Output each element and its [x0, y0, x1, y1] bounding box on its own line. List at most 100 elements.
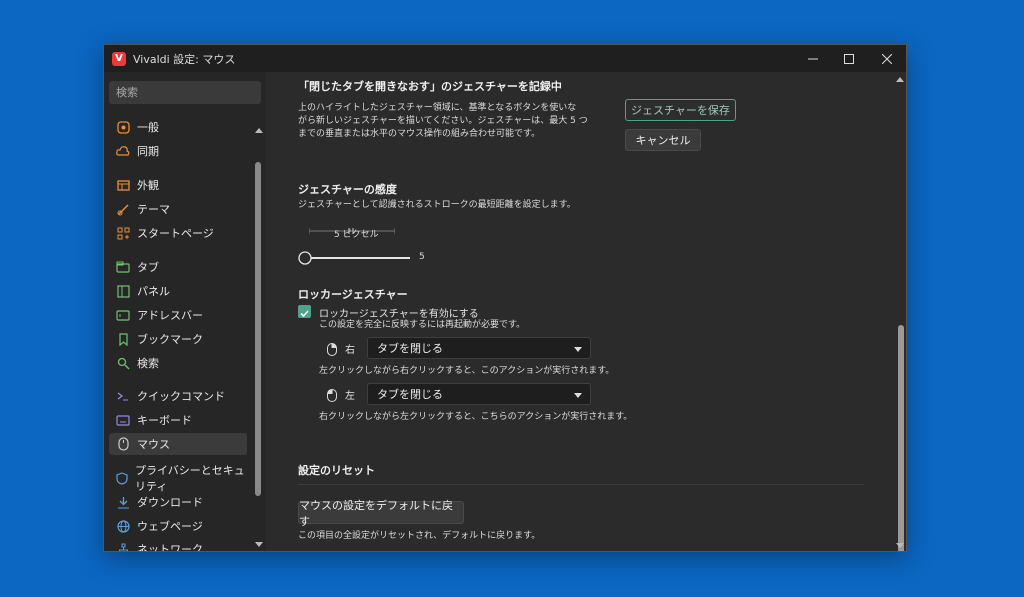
network-icon	[116, 542, 130, 551]
settings-sidebar: 検索 一般 同期 外観 テーマ スタートページ タブ パネル アドレスバー ブッ…	[104, 72, 266, 551]
sensitivity-value: 5	[419, 252, 425, 262]
chevron-down-icon	[574, 393, 582, 398]
sidebar-scroll-down[interactable]	[255, 542, 263, 547]
right-action-value: タブを閉じる	[377, 342, 443, 355]
reset-mouse-settings-button[interactable]: マウスの設定をデフォルトに戻す	[298, 499, 464, 528]
chevron-down-icon	[574, 347, 582, 352]
command-icon	[116, 389, 130, 403]
sidebar-item-network[interactable]: ネットワーク	[109, 538, 247, 551]
settings-content: 「閉じたタブを開きなおす」のジェスチャーを記録中 上のハイライトしたジェスチャー…	[266, 72, 906, 551]
sidebar-item-search[interactable]: 検索	[109, 352, 247, 374]
right-action-desc: 左クリックしながら右クリックすると、このアクションが実行されます。	[319, 366, 615, 376]
sensitivity-slider[interactable]	[298, 250, 414, 265]
download-icon	[116, 495, 130, 509]
title-bar: V Vivaldi 設定: マウス	[104, 45, 906, 72]
brush-icon	[116, 202, 130, 216]
sidebar-item-privacy[interactable]: プライバシーとセキュリティ	[109, 464, 247, 493]
appearance-icon	[116, 178, 130, 192]
sidebar-item-quickcommands[interactable]: クイックコマンド	[109, 385, 247, 407]
right-label: 右	[345, 345, 355, 356]
sidebar-item-bookmarks[interactable]: ブックマーク	[109, 328, 247, 350]
sidebar-item-panels[interactable]: パネル	[109, 280, 247, 302]
close-icon	[882, 53, 892, 64]
rocker-heading: ロッカージェスチャー	[298, 288, 408, 301]
sidebar-item-label: ブックマーク	[137, 333, 203, 346]
sidebar-scroll-up[interactable]	[255, 128, 263, 133]
sidebar-item-general[interactable]: 一般	[109, 116, 247, 138]
reset-heading: 設定のリセット	[298, 464, 375, 477]
left-action-desc: 右クリックしながら左クリックすると、こちらのアクションが実行されます。	[319, 412, 633, 422]
window-title: Vivaldi 設定: マウス	[133, 52, 236, 66]
panel-icon	[116, 284, 130, 298]
sidebar-item-label: テーマ	[137, 203, 170, 216]
sidebar-item-theme[interactable]: テーマ	[109, 198, 247, 220]
sidebar-scrollbar[interactable]	[255, 162, 261, 496]
sidebar-item-label: マウス	[137, 438, 170, 451]
save-gesture-button[interactable]: ジェスチャーを保存	[625, 99, 736, 121]
left-action-value: タブを閉じる	[377, 388, 443, 401]
close-button[interactable]	[868, 45, 906, 72]
sidebar-item-sync[interactable]: 同期	[109, 140, 247, 162]
divider	[298, 484, 864, 485]
general-icon	[116, 120, 130, 134]
sidebar-item-label: アドレスバー	[137, 309, 203, 322]
minimize-icon	[808, 58, 818, 59]
gesture-record-heading: 「閉じたタブを開きなおす」のジェスチャーを記録中	[298, 80, 562, 93]
content-scroll-down[interactable]	[896, 543, 904, 548]
sidebar-item-label: タブ	[137, 261, 159, 274]
cancel-button[interactable]: キャンセル	[625, 129, 701, 151]
sidebar-item-mouse[interactable]: マウス	[109, 433, 247, 455]
reset-desc: この項目の全設定がリセットされ、デフォルトに戻ります。	[298, 531, 541, 541]
sidebar-item-label: クイックコマンド	[137, 390, 225, 403]
tab-icon	[116, 260, 130, 274]
minimize-button[interactable]	[794, 45, 832, 72]
desc-line: がら新しいジェスチャーを描いてください。ジェスチャーは、最大 5 つ	[298, 116, 588, 126]
sidebar-item-appearance[interactable]: 外観	[109, 174, 247, 196]
sidebar-item-label: 外観	[137, 179, 159, 192]
maximize-button[interactable]	[830, 45, 868, 72]
sensitivity-desc: ジェスチャーとして認識されるストロークの最短距離を設定します。	[298, 200, 576, 210]
sidebar-item-label: ダウンロード	[137, 496, 203, 509]
keyboard-icon	[116, 413, 130, 427]
vivaldi-logo-icon: V	[112, 51, 126, 66]
desc-line: までの垂直または水平のマウス操作の組み合わせ可能です。	[298, 129, 541, 139]
sidebar-item-startpage[interactable]: スタートページ	[109, 222, 247, 244]
shield-icon	[116, 471, 128, 485]
right-mouse-icon	[327, 341, 337, 360]
content-scrollbar[interactable]	[898, 325, 904, 551]
rocker-checkbox[interactable]	[298, 305, 311, 318]
sensitivity-heading: ジェスチャーの感度	[298, 183, 397, 196]
sensitivity-preview-label: 5 ピクセル	[334, 230, 379, 240]
sidebar-item-label: 検索	[137, 357, 159, 370]
settings-window: V Vivaldi 設定: マウス 検索 一般 同期 外観 テーマ スタートペー…	[103, 44, 907, 552]
sidebar-item-label: 同期	[137, 145, 159, 158]
sidebar-item-tabs[interactable]: タブ	[109, 256, 247, 278]
left-label: 左	[345, 391, 355, 402]
bookmark-icon	[116, 332, 130, 346]
search-icon	[116, 356, 130, 370]
sensitivity-preview	[308, 220, 396, 234]
mouse-icon	[116, 437, 130, 451]
rocker-checkbox-label: ロッカージェスチャーを有効にする	[319, 309, 479, 320]
sidebar-item-label: スタートページ	[137, 227, 214, 240]
sidebar-item-keyboard[interactable]: キーボード	[109, 409, 247, 431]
sidebar-item-webpages[interactable]: ウェブページ	[109, 515, 247, 537]
sidebar-item-label: パネル	[137, 285, 170, 298]
check-icon	[300, 310, 309, 318]
left-mouse-icon	[327, 387, 337, 406]
sidebar-item-label: ウェブページ	[137, 520, 203, 533]
left-action-select[interactable]: タブを閉じる	[367, 383, 591, 405]
cloud-icon	[116, 144, 130, 158]
gesture-record-desc: 上のハイライトしたジェスチャー領域に、基準となるボタンを使いな がら新しいジェス…	[298, 102, 598, 141]
sidebar-item-label: プライバシーとセキュリティ	[135, 464, 245, 493]
sidebar-item-label: 一般	[137, 121, 159, 134]
address-icon	[116, 308, 130, 322]
maximize-icon	[844, 53, 854, 64]
globe-icon	[116, 519, 130, 533]
sidebar-search-input[interactable]: 検索	[109, 81, 261, 104]
sidebar-item-addressbar[interactable]: アドレスバー	[109, 304, 247, 326]
sidebar-item-downloads[interactable]: ダウンロード	[109, 491, 247, 513]
desc-line: 上のハイライトしたジェスチャー領域に、基準となるボタンを使いな	[298, 103, 577, 113]
right-action-select[interactable]: タブを閉じる	[367, 337, 591, 359]
content-scroll-up[interactable]	[896, 77, 904, 82]
